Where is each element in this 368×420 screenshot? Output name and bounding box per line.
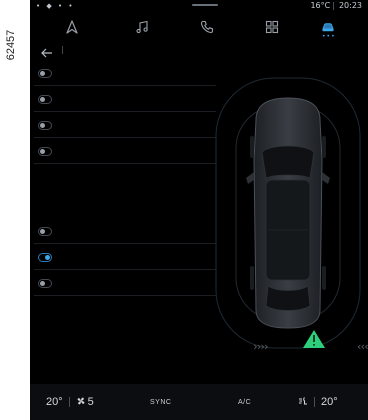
toggle-knob — [45, 255, 50, 260]
nav-item-music[interactable] — [130, 17, 154, 37]
climate-divider — [314, 397, 315, 407]
settings-row[interactable] — [30, 64, 216, 86]
apps-grid-icon — [265, 20, 279, 34]
car-top-view — [246, 97, 330, 329]
settings-row[interactable] — [30, 116, 216, 138]
settings-row[interactable] — [30, 222, 216, 244]
settings-toggle[interactable] — [38, 147, 52, 156]
ac-button[interactable]: A/C — [238, 384, 251, 420]
infotainment-screen: • ◆ • • 16°C | 20:23 ••• ›››› ‹‹‹ 20° 5 … — [30, 0, 368, 420]
music-note-icon — [136, 20, 148, 34]
navigation-arrow-icon — [66, 20, 78, 34]
warning-triangle-icon — [303, 330, 325, 348]
settings-toggle[interactable] — [38, 121, 52, 130]
clock: 20:23 — [338, 1, 362, 10]
phone-icon — [200, 20, 214, 34]
right-temperature[interactable]: 20° — [321, 396, 338, 408]
left-temperature[interactable]: 20° — [46, 396, 63, 408]
toggle-knob — [40, 123, 45, 128]
active-tab-indicator: ••• — [322, 33, 336, 40]
right-sensor-indicator: ‹‹‹‹ — [356, 340, 368, 353]
seat-airflow-icon[interactable] — [298, 393, 308, 411]
sync-button[interactable]: SYNC — [150, 384, 171, 420]
notification-handle[interactable] — [192, 4, 218, 6]
ac-label: A/C — [238, 398, 252, 406]
top-navigation: ••• — [30, 15, 368, 41]
climate-bar: 20° 5 SYNC A/C 20° — [30, 384, 368, 420]
toggle-knob — [40, 97, 45, 102]
settings-toggle[interactable] — [38, 253, 52, 262]
back-divider — [62, 46, 63, 54]
car-icon — [322, 23, 334, 32]
toggle-knob — [40, 71, 45, 76]
settings-toggle[interactable] — [38, 69, 52, 78]
back-button[interactable] — [40, 44, 64, 58]
climate-divider — [68, 397, 70, 407]
status-icons: • ◆ • • — [36, 2, 75, 10]
sync-label: SYNC — [150, 398, 172, 406]
status-bar: • ◆ • • 16°C | 20:23 — [30, 0, 368, 14]
outside-temperature: 16°C — [310, 1, 331, 10]
status-right: 16°C | 20:23 — [310, 1, 362, 10]
settings-row[interactable] — [30, 274, 216, 296]
settings-row[interactable] — [30, 142, 216, 164]
settings-toggle[interactable] — [38, 279, 52, 288]
toggle-knob — [40, 149, 45, 154]
parking-sensor-view: ›››› ‹‹‹‹ — [210, 60, 368, 374]
left-climate-group: 20° 5 — [46, 384, 94, 420]
settings-row[interactable] — [30, 248, 216, 270]
parking-radar-graphic — [215, 77, 361, 349]
back-arrow-icon — [41, 48, 52, 58]
right-climate-group: 20° — [298, 384, 338, 420]
nav-item-vehicle[interactable]: ••• — [316, 17, 340, 40]
left-sensor-indicator: ›››› — [252, 340, 269, 353]
figure-code-text: 62457 — [5, 29, 17, 61]
toggle-knob — [40, 281, 45, 286]
toggle-knob — [40, 229, 45, 234]
fan-speed[interactable]: 5 — [88, 396, 94, 408]
fan-icon[interactable] — [76, 393, 86, 411]
nav-item-apps[interactable] — [260, 17, 284, 37]
settings-toggle[interactable] — [38, 227, 52, 236]
nav-item-phone[interactable] — [195, 17, 219, 37]
settings-toggle[interactable] — [38, 95, 52, 104]
settings-row[interactable] — [30, 90, 216, 112]
nav-item-navigation[interactable] — [60, 17, 84, 37]
figure-code: 62457 — [3, 15, 19, 75]
